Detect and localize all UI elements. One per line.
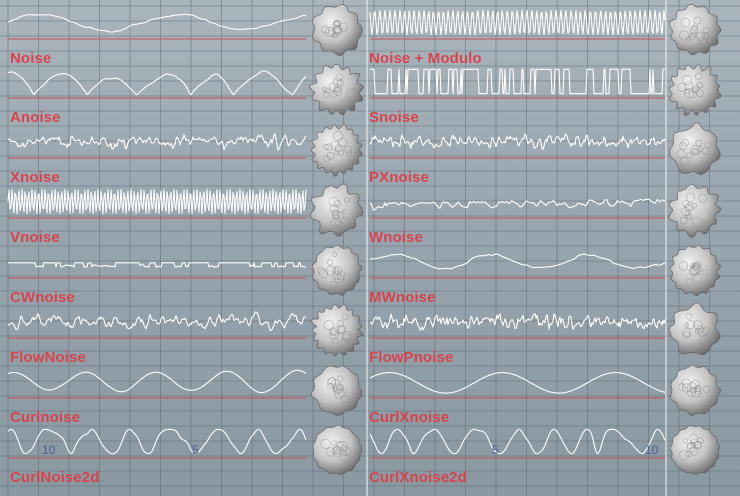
noise-label: Vnoise (10, 229, 60, 246)
noise-sphere-icon (669, 244, 721, 297)
noise-sphere-icon (312, 245, 363, 296)
noise-viewport: Noise Anoise Xnoise Vnoise CWnoise FlowNoise C… (0, 0, 740, 496)
noise-label: Snoise (369, 109, 419, 126)
noise-label: Curlnoise (10, 409, 81, 426)
noise-label: Noise + Modulo (369, 50, 482, 67)
noise-sphere-icon (670, 425, 720, 475)
noise-label: Anoise (10, 109, 61, 126)
noise-label: FlowNoise (10, 349, 86, 366)
noise-sphere-icon (311, 365, 363, 416)
noise-sphere-icon (309, 63, 365, 115)
axis-tick-label: 5 (192, 443, 199, 457)
noise-sphere-icon (310, 123, 364, 177)
noise-label: CurlXnoise (369, 409, 450, 426)
noise-label: CurlXnoise2d (369, 469, 467, 486)
noise-label: Wnoise (369, 229, 423, 246)
axis-tick-label: 10 (42, 443, 56, 457)
noise-sphere-icon (668, 183, 722, 238)
noise-label: FlowPnoise (369, 349, 454, 366)
axis-tick-label: 10 (645, 443, 659, 457)
noise-label: Xnoise (10, 169, 60, 186)
noise-label: CWnoise (10, 289, 75, 306)
noise-sphere-icon (669, 122, 721, 176)
noise-label: MWnoise (369, 289, 436, 306)
noise-sphere-icon (309, 183, 364, 237)
noise-sphere-icon (670, 364, 722, 416)
noise-sphere-icon (668, 64, 722, 117)
noise-label: CurlNoise2d (10, 469, 100, 486)
noise-label: PXnoise (369, 169, 429, 186)
noise-sphere-icon (668, 302, 721, 356)
noise-sphere-icon (312, 4, 363, 57)
noise-sphere-icon (310, 303, 365, 357)
noise-label: Noise (10, 50, 52, 67)
axis-tick-label: 5 (492, 443, 499, 457)
noise-sphere-icon (668, 3, 722, 56)
noise-sphere-icon (312, 424, 363, 475)
